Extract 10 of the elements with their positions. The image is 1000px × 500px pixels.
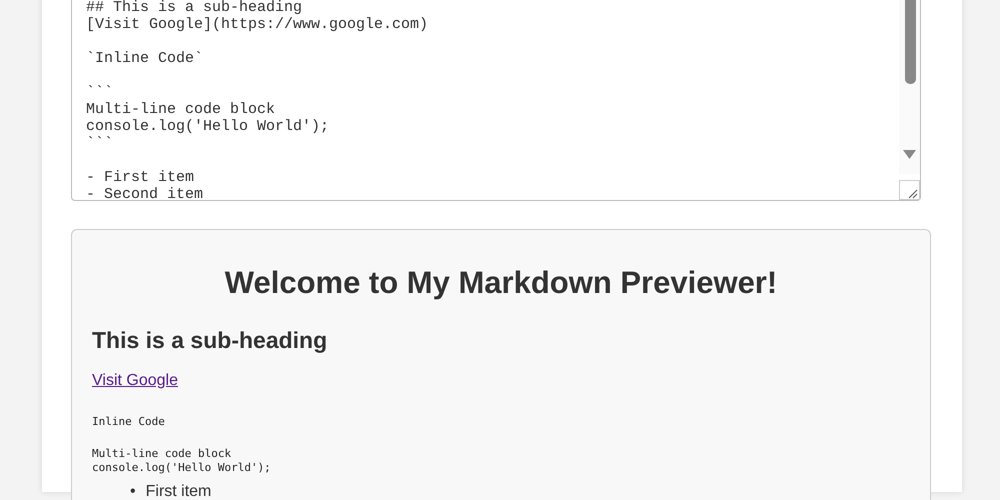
link[interactable]: Visit Google [92, 372, 178, 389]
inline-code: Inline Code [92, 414, 165, 428]
markdown-editor[interactable]: ## This is a sub-heading [Visit Google](https://www.google.com) `Inline Code` ``` Multi-line code block console.log('Hello World'); ``` - First item - Second item [71, 0, 921, 201]
list-item: First item [146, 482, 212, 500]
code-text: Multi-line code block console.log('Hello World'); [92, 446, 272, 475]
scrollbar[interactable] [899, 0, 920, 174]
preview-subheading: This is a sub-heading [92, 327, 328, 355]
bullet: • [130, 482, 136, 500]
resize-handle-icon[interactable] [899, 180, 920, 200]
preview-title: Welcome to My Markdown Previewer! [224, 264, 778, 302]
